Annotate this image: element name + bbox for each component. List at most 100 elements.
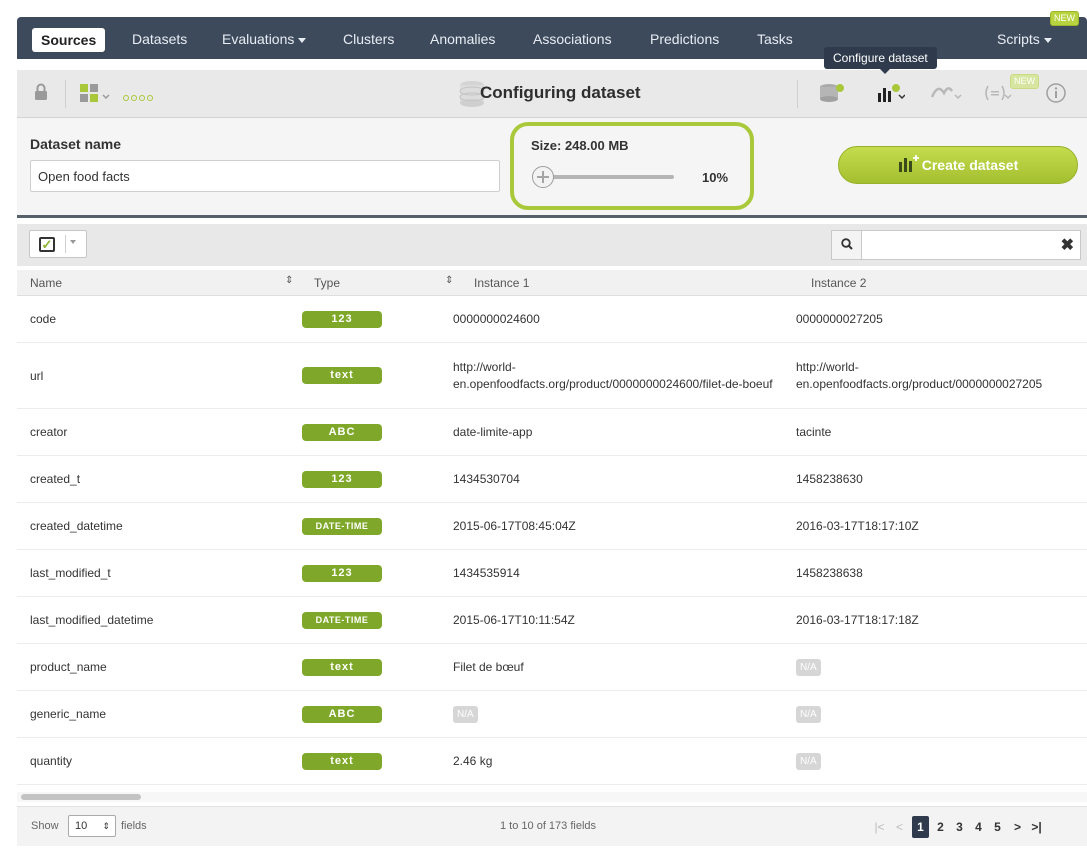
table-row[interactable]: last_modified_datetime DATE-TIME 2015-06… bbox=[17, 597, 1087, 644]
prev-page-icon[interactable]: < bbox=[891, 816, 908, 838]
show-label: Show bbox=[31, 820, 59, 832]
create-dataset-label: Create dataset bbox=[921, 157, 1019, 173]
na-badge: N/A bbox=[796, 752, 821, 770]
configure-dataset-tooltip: Configure dataset bbox=[824, 47, 937, 74]
field-name: creator bbox=[30, 425, 68, 439]
sort-icon[interactable]: ⇕ bbox=[285, 275, 293, 286]
new-badge: NEW bbox=[1010, 74, 1039, 89]
table-row[interactable]: last_modified_t 123 1434535914 145823863… bbox=[17, 550, 1087, 597]
type-badge[interactable]: 123 bbox=[302, 470, 382, 488]
formula-icon[interactable] bbox=[983, 82, 1013, 106]
tab-scripts-label: Scripts bbox=[997, 31, 1040, 47]
tab-anomalies[interactable]: Anomalies bbox=[430, 27, 495, 51]
next-page-icon[interactable]: > bbox=[1009, 816, 1026, 838]
type-badge[interactable]: 123 bbox=[302, 564, 382, 582]
type-badge[interactable]: DATE-TIME bbox=[302, 517, 382, 535]
field-name: last_modified_datetime bbox=[30, 613, 154, 627]
tab-predictions[interactable]: Predictions bbox=[650, 27, 719, 51]
column-header-type[interactable]: Type bbox=[314, 276, 340, 290]
instance-1-value: date-limite-app bbox=[453, 425, 533, 439]
type-badge[interactable]: text bbox=[302, 367, 382, 384]
column-header-name[interactable]: Name bbox=[30, 276, 62, 290]
table-row[interactable]: url text http://world-en.openfoodfacts.o… bbox=[17, 343, 1087, 409]
page-4[interactable]: 4 bbox=[970, 816, 987, 838]
table-row[interactable]: created_datetime DATE-TIME 2015-06-17T08… bbox=[17, 503, 1087, 550]
instance-1-value: 1434535914 bbox=[453, 566, 520, 580]
page-1[interactable]: 1 bbox=[912, 816, 929, 838]
type-badge[interactable]: text bbox=[302, 658, 382, 676]
first-page-icon[interactable]: |< bbox=[871, 816, 888, 838]
filter-bar: ✓ ✖ bbox=[17, 224, 1087, 266]
instance-2-value: 1458238638 bbox=[796, 566, 863, 580]
field-name: created_datetime bbox=[30, 519, 123, 533]
select-arrows-icon: ⇕ bbox=[102, 821, 110, 831]
database-icon[interactable] bbox=[819, 82, 845, 106]
button-divider bbox=[65, 235, 66, 253]
page-2[interactable]: 2 bbox=[932, 816, 949, 838]
instance-1-value: Filet de bœuf bbox=[453, 660, 524, 674]
clear-search-icon[interactable]: ✖ bbox=[1061, 235, 1074, 255]
tab-scripts[interactable]: Scripts bbox=[997, 27, 1052, 51]
lock-icon[interactable] bbox=[33, 82, 49, 106]
configure-dataset-icon[interactable] bbox=[877, 82, 906, 106]
sample-size-slider-handle[interactable] bbox=[532, 166, 554, 188]
chevron-down-icon bbox=[1043, 37, 1052, 43]
table-row[interactable]: generic_name ABC N/A N/A bbox=[17, 691, 1087, 738]
fields-table: code 123 0000000024600 0000000027205 url… bbox=[17, 296, 1087, 785]
column-header-instance-1[interactable]: Instance 1 bbox=[474, 276, 529, 290]
table-footer: Show 10 ⇕ fields 1 to 10 of 173 fields |… bbox=[17, 806, 1087, 846]
page-3[interactable]: 3 bbox=[951, 816, 968, 838]
type-badge[interactable]: DATE-TIME bbox=[302, 611, 382, 629]
instance-1-value: http://world-en.openfoodfacts.org/produc… bbox=[453, 359, 773, 391]
dataset-plus-icon bbox=[898, 155, 919, 172]
sample-size-slider-track[interactable] bbox=[544, 175, 674, 179]
dataset-name-input[interactable] bbox=[30, 160, 500, 192]
table-row[interactable]: code 123 0000000024600 0000000027205 bbox=[17, 296, 1087, 343]
na-badge: N/A bbox=[453, 705, 478, 723]
horizontal-scrollbar[interactable] bbox=[17, 792, 1087, 802]
type-badge[interactable]: ABC bbox=[302, 705, 382, 723]
info-icon[interactable] bbox=[1045, 82, 1067, 106]
type-badge[interactable]: ABC bbox=[302, 423, 382, 441]
field-types-icon[interactable] bbox=[79, 82, 113, 106]
search-icon bbox=[832, 231, 862, 259]
sort-icon[interactable]: ⇕ bbox=[445, 275, 453, 286]
table-row[interactable]: quantity text 2.46 kg N/A bbox=[17, 738, 1087, 785]
scrollbar-thumb[interactable] bbox=[21, 794, 141, 800]
dataset-toolbar: Configuring dataset NEW bbox=[17, 70, 1087, 118]
tab-clusters[interactable]: Clusters bbox=[343, 27, 394, 51]
create-dataset-button[interactable]: Create dataset bbox=[838, 146, 1078, 184]
instance-2-value: 2016-03-17T18:17:10Z bbox=[796, 519, 919, 533]
dataset-name-label: Dataset name bbox=[30, 136, 122, 152]
search-box: ✖ bbox=[831, 230, 1081, 260]
select-fields-button[interactable]: ✓ bbox=[29, 230, 87, 258]
page-5[interactable]: 5 bbox=[989, 816, 1006, 838]
sample-percent: 10% bbox=[702, 170, 729, 185]
toolbar-divider bbox=[797, 80, 798, 108]
tab-evaluations[interactable]: Evaluations bbox=[222, 27, 307, 51]
type-badge[interactable]: text bbox=[302, 752, 382, 770]
dots-icon[interactable] bbox=[123, 83, 155, 107]
tab-sources[interactable]: Sources bbox=[32, 28, 106, 52]
tab-associations[interactable]: Associations bbox=[533, 27, 612, 51]
instance-1-value: 1434530704 bbox=[453, 472, 520, 486]
table-row[interactable]: creator ABC date-limite-app tacinte bbox=[17, 409, 1087, 456]
table-row[interactable]: product_name text Filet de bœuf N/A bbox=[17, 644, 1087, 691]
model-icon[interactable] bbox=[929, 82, 963, 106]
chevron-down-icon bbox=[298, 37, 307, 43]
tab-tasks[interactable]: Tasks bbox=[757, 27, 793, 51]
tab-evaluations-label: Evaluations bbox=[222, 31, 295, 47]
last-page-icon[interactable]: >| bbox=[1028, 816, 1045, 838]
tab-datasets[interactable]: Datasets bbox=[132, 27, 187, 51]
table-row[interactable]: created_t 123 1434530704 1458238630 bbox=[17, 456, 1087, 503]
page-size-select[interactable]: 10 ⇕ bbox=[68, 815, 116, 837]
field-name: generic_name bbox=[30, 707, 107, 721]
na-badge: N/A bbox=[796, 658, 821, 676]
page-title: Configuring dataset bbox=[480, 83, 641, 102]
dataset-config-panel: Dataset name Size: 248.00 MB 10% Create … bbox=[17, 118, 1087, 218]
column-header-instance-2[interactable]: Instance 2 bbox=[811, 276, 866, 290]
type-badge[interactable]: 123 bbox=[302, 310, 382, 328]
instance-2-value: 2016-03-17T18:17:18Z bbox=[796, 613, 919, 627]
field-name: quantity bbox=[30, 754, 73, 768]
new-badge: NEW bbox=[1050, 11, 1079, 26]
